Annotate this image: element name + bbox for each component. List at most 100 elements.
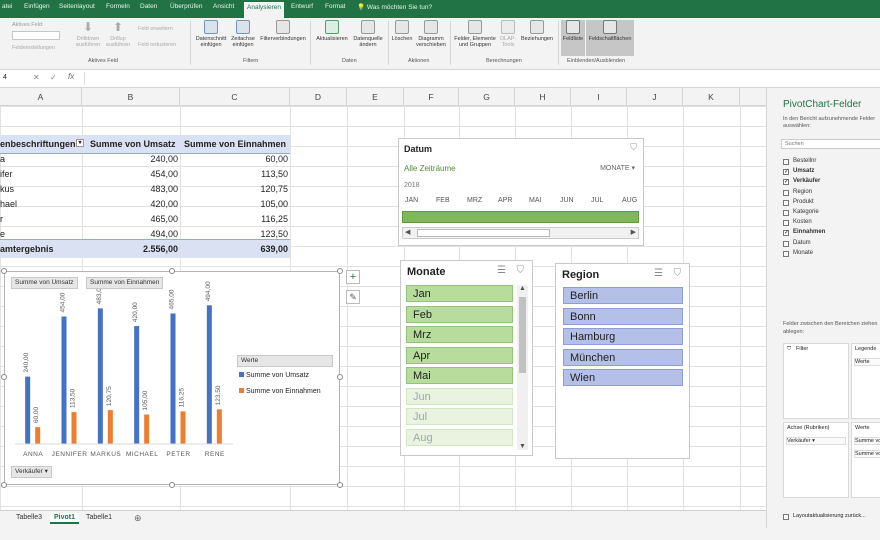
value-cell[interactable]: 60,00 xyxy=(265,154,288,164)
resize-handle[interactable] xyxy=(1,268,7,274)
column-header[interactable]: I xyxy=(571,88,627,106)
bar-einnahmen[interactable] xyxy=(35,427,41,444)
scroll-left-icon[interactable]: ◀ xyxy=(405,228,410,236)
resize-handle[interactable] xyxy=(169,482,175,488)
tab-entwurf[interactable]: Entwurf xyxy=(291,3,313,10)
timeline-month[interactable]: MAI xyxy=(529,197,541,204)
value-cell[interactable]: 240,00 xyxy=(150,154,178,164)
slicer-region[interactable]: Region ☰ ⛉ Berlin Bonn Hamburg München Wien xyxy=(555,263,690,459)
column-header[interactable]: B xyxy=(82,88,180,106)
column-header[interactable]: D xyxy=(290,88,347,106)
tab-ueberpruefen[interactable]: Überprüfen xyxy=(170,3,203,10)
timeline-month[interactable]: APR xyxy=(498,197,512,204)
field-name[interactable]: Produkt xyxy=(793,199,814,205)
olap-tools-button[interactable]: OLAP-Tools xyxy=(498,20,518,48)
resize-handle[interactable] xyxy=(337,482,343,488)
tab-seitenlayout[interactable]: Seitenlayout xyxy=(59,3,95,10)
column-header[interactable]: G xyxy=(459,88,515,106)
field-name[interactable]: Bestellnr xyxy=(793,158,816,164)
collapse-field-button[interactable]: Feld reduzieren xyxy=(138,42,176,48)
sheet-tab-tabelle1[interactable]: Tabelle1 xyxy=(86,514,112,521)
field-list-button[interactable]: Feldliste xyxy=(561,20,585,56)
category-label[interactable]: ANNA xyxy=(23,451,43,458)
value-cell[interactable]: 420,00 xyxy=(150,199,178,209)
bar-einnahmen[interactable] xyxy=(144,414,150,444)
value-cell[interactable]: 116,25 xyxy=(261,214,288,224)
tab-analysieren[interactable]: Analysieren xyxy=(244,2,284,18)
slicer-item[interactable]: Jul xyxy=(406,408,513,425)
axis-field-button[interactable]: Verkäufer ▾ xyxy=(11,466,52,478)
sheet-tab-tabelle3[interactable]: Tabelle3 xyxy=(16,514,42,521)
field-name[interactable]: Region xyxy=(793,189,812,195)
bar-umsatz[interactable] xyxy=(25,376,31,444)
grand-total-value[interactable]: 639,00 xyxy=(260,244,288,254)
resize-handle[interactable] xyxy=(169,268,175,274)
add-sheet-icon[interactable]: ⊕ xyxy=(134,513,142,524)
area-filter[interactable]: ⛉ Filter xyxy=(783,343,849,419)
column-header[interactable]: K xyxy=(683,88,740,106)
field-checkbox[interactable] xyxy=(783,250,789,257)
scroll-right-icon[interactable]: ▶ xyxy=(631,228,636,236)
field-checkbox[interactable] xyxy=(783,199,789,206)
slicer-scrollbar[interactable]: ▲ ▼ xyxy=(517,285,528,450)
scrollbar-thumb[interactable] xyxy=(417,229,550,237)
cancel-icon[interactable]: ✕ xyxy=(33,73,40,82)
timeline-range-bar[interactable] xyxy=(402,211,639,223)
bar-umsatz[interactable] xyxy=(206,305,212,444)
field-checkbox[interactable] xyxy=(783,220,789,227)
tab-formeln[interactable]: Formeln xyxy=(106,3,130,10)
area-item[interactable]: Summe vo xyxy=(854,450,880,458)
filter-dropdown-icon[interactable]: ▾ xyxy=(76,139,84,147)
bar-umsatz[interactable] xyxy=(134,326,140,444)
insert-timeline-button[interactable]: Zeitachse einfügen xyxy=(228,20,258,48)
resize-handle[interactable] xyxy=(337,268,343,274)
field-checkbox[interactable] xyxy=(783,210,789,216)
resize-handle[interactable] xyxy=(337,374,343,380)
chart-styles-button[interactable]: ✎ xyxy=(346,290,360,304)
column-header[interactable]: F xyxy=(404,88,459,106)
fields-items-groups-button[interactable]: Felder, Elemente und Gruppen xyxy=(452,20,498,48)
slicer-item[interactable]: Feb xyxy=(406,305,513,323)
area-item[interactable]: Summe vo xyxy=(854,437,880,445)
resize-handle[interactable] xyxy=(1,374,7,380)
column-header[interactable]: A xyxy=(0,88,82,106)
data-label[interactable]: 105,00 xyxy=(142,390,149,410)
row-label[interactable]: e xyxy=(0,229,5,239)
value-cell[interactable]: 123,50 xyxy=(260,229,288,239)
field-buttons-button[interactable]: Feldschaltflächen xyxy=(586,20,634,56)
row-labels-header[interactable]: enbeschriftungen xyxy=(0,139,76,149)
refresh-button[interactable]: Aktualisieren xyxy=(314,20,350,42)
column-header[interactable]: C xyxy=(180,88,290,106)
area-values[interactable]: Werte Summe vo Summe vo xyxy=(851,422,880,498)
defer-update-checkbox[interactable] xyxy=(783,514,789,520)
area-legend[interactable]: Legende Werte xyxy=(851,343,880,419)
slicer-item[interactable]: Mai xyxy=(406,367,513,384)
area-item[interactable]: Verkäufer ▾ xyxy=(786,437,846,445)
area-axis[interactable]: Achse (Rubriken) Verkäufer ▾ xyxy=(783,422,849,498)
active-field-input[interactable] xyxy=(12,31,60,40)
value-field-button-2[interactable]: Summe von Einnahmen xyxy=(86,277,164,289)
slicer-item[interactable]: Jun xyxy=(406,387,513,405)
field-name[interactable]: Monate xyxy=(793,250,813,256)
change-datasource-button[interactable]: Datenquelle ändern xyxy=(350,20,386,48)
value-cell[interactable]: 494,00 xyxy=(150,229,178,239)
category-label[interactable]: JENNIFER xyxy=(52,451,88,458)
slicer-item[interactable]: Bonn xyxy=(563,307,683,325)
tab-daten[interactable]: Daten xyxy=(140,3,157,10)
field-checkbox[interactable] xyxy=(783,189,789,196)
value-cell[interactable]: 113,50 xyxy=(261,169,288,179)
multiselect-icon[interactable]: ☰ xyxy=(654,268,663,279)
data-label[interactable]: 116,25 xyxy=(179,388,186,408)
move-chart-button[interactable]: Diagramm verschieben xyxy=(414,20,448,48)
data-label[interactable]: 123,50 xyxy=(215,385,222,405)
value-cell[interactable]: 465,00 xyxy=(150,214,178,224)
scroll-up-icon[interactable]: ▲ xyxy=(519,285,526,292)
tab-einfuegen[interactable]: Einfügen xyxy=(24,3,50,10)
timeline-month[interactable]: AUG xyxy=(622,197,637,204)
function-icon[interactable]: fx xyxy=(68,72,74,81)
tell-me-box[interactable]: 💡 Was möchten Sie tun? xyxy=(357,3,432,11)
field-checkbox[interactable]: ✓ xyxy=(783,179,789,186)
row-label[interactable]: kus xyxy=(0,184,14,194)
area-item[interactable]: Werte xyxy=(854,358,880,366)
value-cell[interactable]: 120,75 xyxy=(260,184,288,194)
